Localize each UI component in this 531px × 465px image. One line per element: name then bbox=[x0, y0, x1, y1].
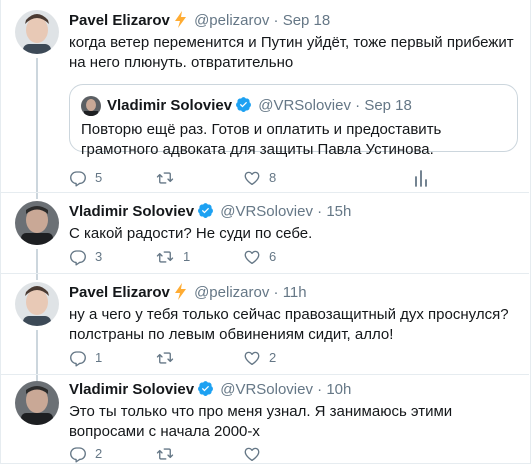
reply-icon bbox=[70, 351, 86, 367]
like-count: 6 bbox=[269, 249, 277, 264]
avatar[interactable] bbox=[15, 10, 59, 54]
separator-dot: · bbox=[317, 203, 323, 220]
author-handle: @VRSoloviev bbox=[258, 97, 351, 114]
tweet-timestamp[interactable]: 15h bbox=[326, 203, 351, 220]
author-name[interactable]: Vladimir Soloviev bbox=[69, 203, 194, 220]
thread-line bbox=[36, 274, 38, 280]
author-handle[interactable]: @VRSoloviev bbox=[220, 381, 313, 398]
author-name: Vladimir Soloviev bbox=[107, 97, 233, 114]
retweet-icon bbox=[156, 251, 174, 263]
tweet-text: Это ты только что про меня узнал. Я зани… bbox=[69, 403, 453, 440]
avatar[interactable] bbox=[15, 201, 59, 245]
tweet[interactable]: Pavel Elizarov @pelizarov · 11h ну а чег… bbox=[0, 274, 529, 375]
reply-count: 3 bbox=[95, 249, 103, 264]
tweet[interactable]: Vladimir Soloviev @VRSoloviev · 10h Это … bbox=[0, 375, 529, 465]
tweet-timestamp[interactable]: 10h bbox=[326, 381, 351, 398]
reply-button[interactable]: 1 bbox=[69, 348, 102, 368]
lightning-icon bbox=[173, 283, 188, 306]
avatar[interactable] bbox=[15, 282, 59, 326]
separator-dot: · bbox=[355, 97, 361, 114]
avatar bbox=[81, 96, 101, 116]
author-handle[interactable]: @VRSoloviev bbox=[220, 203, 313, 220]
quoted-tweet-text: Повторю ещё раз. Готов и оплатить и пред… bbox=[81, 121, 442, 158]
retweet-button[interactable] bbox=[155, 348, 183, 368]
author-handle[interactable]: @pelizarov bbox=[194, 12, 269, 29]
reply-icon bbox=[70, 447, 86, 463]
heart-icon bbox=[244, 351, 260, 366]
verified-icon bbox=[197, 202, 214, 225]
retweet-button[interactable] bbox=[155, 168, 183, 188]
heart-icon bbox=[244, 250, 260, 265]
author-name[interactable]: Pavel Elizarov bbox=[69, 12, 170, 29]
tweet-timestamp[interactable]: Sep 18 bbox=[283, 12, 331, 29]
tweet-timestamp[interactable]: 11h bbox=[283, 284, 307, 301]
quoted-tweet[interactable]: Vladimir Soloviev @VRSoloviev · Sep 18 П… bbox=[69, 84, 518, 158]
reply-button[interactable]: 5 bbox=[69, 168, 102, 188]
reply-icon bbox=[70, 171, 86, 187]
thread-line bbox=[36, 58, 38, 192]
heart-icon bbox=[244, 447, 260, 462]
heart-icon bbox=[244, 171, 260, 186]
tweet-text: когда ветер переменится и Путин уйдёт, т… bbox=[69, 34, 514, 71]
retweet-count: 1 bbox=[183, 249, 191, 264]
lightning-icon bbox=[173, 11, 188, 34]
thread-line bbox=[36, 249, 38, 273]
like-button[interactable] bbox=[243, 444, 269, 464]
avatar[interactable] bbox=[15, 381, 59, 425]
reply-button[interactable]: 3 bbox=[69, 247, 102, 267]
separator-dot: · bbox=[317, 381, 323, 398]
like-count: 8 bbox=[269, 170, 277, 185]
reply-count: 1 bbox=[95, 350, 103, 365]
author-handle[interactable]: @pelizarov bbox=[194, 284, 269, 301]
retweet-button[interactable] bbox=[155, 444, 183, 464]
tweet-text: ну а чего у тебя только сейчас правозащи… bbox=[69, 306, 509, 343]
retweet-icon bbox=[156, 448, 174, 460]
analytics-icon bbox=[415, 170, 427, 187]
analytics-button[interactable] bbox=[413, 168, 429, 188]
retweet-icon bbox=[156, 352, 174, 364]
author-name[interactable]: Pavel Elizarov bbox=[69, 284, 170, 301]
reply-icon bbox=[70, 250, 86, 266]
retweet-button[interactable]: 1 bbox=[155, 247, 190, 267]
like-button[interactable]: 8 bbox=[243, 168, 276, 188]
thread-line bbox=[36, 330, 38, 374]
reply-button[interactable]: 2 bbox=[69, 444, 102, 464]
like-count: 2 bbox=[269, 350, 277, 365]
reply-count: 2 bbox=[95, 446, 103, 461]
retweet-icon bbox=[156, 172, 174, 184]
tweet-timestamp: Sep 18 bbox=[364, 97, 412, 114]
like-button[interactable]: 2 bbox=[243, 348, 276, 368]
like-button[interactable]: 6 bbox=[243, 247, 276, 267]
verified-icon bbox=[235, 96, 252, 119]
separator-dot: · bbox=[273, 284, 279, 301]
reply-count: 5 bbox=[95, 170, 103, 185]
tweet-text: С какой радости? Не суди по себе. bbox=[69, 225, 313, 242]
thread-line bbox=[36, 193, 38, 199]
separator-dot: · bbox=[273, 12, 279, 29]
tweet[interactable]: Vladimir Soloviev @VRSoloviev · 15h С ка… bbox=[0, 193, 529, 274]
author-name[interactable]: Vladimir Soloviev bbox=[69, 381, 194, 398]
verified-icon bbox=[197, 380, 214, 403]
tweet[interactable]: Pavel Elizarov @pelizarov · Sep 18 когда… bbox=[0, 0, 529, 193]
